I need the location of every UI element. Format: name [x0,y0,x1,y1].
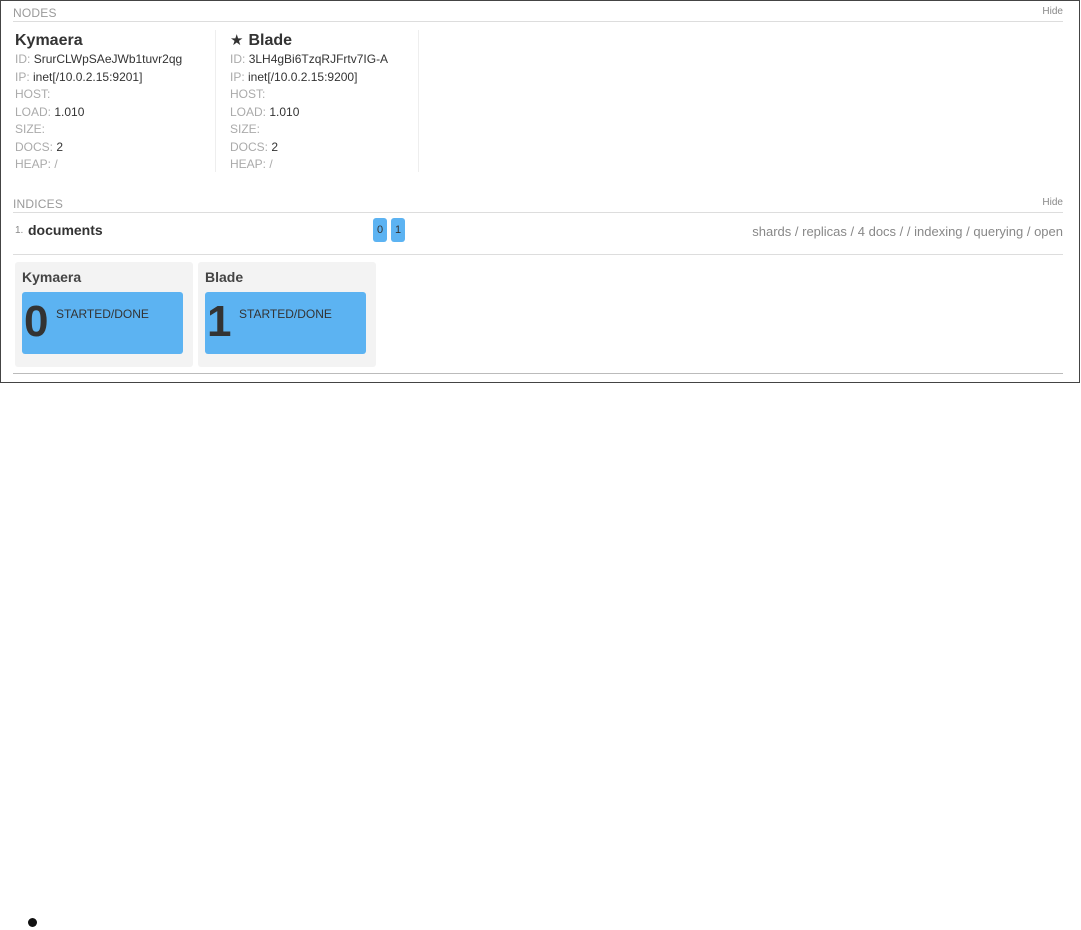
ip-label: IP: [230,69,245,84]
node-heap-row: HEAP: / [15,156,215,174]
node-docs-row: DOCS: 2 [15,139,215,157]
id-label: ID: [230,52,246,66]
node-name: ★ Blade [230,30,418,51]
shard-chip-1[interactable]: 1 [391,218,405,242]
node-ip: inet[/10.0.2.15:9201] [33,69,143,84]
shard-number: 0 [24,297,49,346]
nodes-divider [13,21,1063,22]
shard-box[interactable]: 1 STARTED/DONE [205,292,366,354]
node-name: Kymaera [15,32,83,49]
index-name[interactable]: documents [28,222,103,238]
node-load-row: LOAD: 1.010 [230,104,418,122]
host-label: HOST: [15,87,51,101]
size-label: SIZE: [230,122,261,136]
node-size-row: SIZE: [230,121,418,139]
node-id: 3LH4gBi6TzqRJFrtv7IG-A [248,52,389,66]
node-id: SrurCLWpSAeJWb1tuvr2qg [33,52,183,66]
size-label: SIZE: [15,122,46,136]
heap-label: HEAP: [230,157,267,171]
shard-number: 1 [207,297,232,346]
master-star-icon: ★ [230,32,244,49]
node-ip-row: IP: inet[/10.0.2.15:9200] [230,69,418,87]
nodes-section-title: NODES [13,6,57,20]
index-number: 1. [15,225,24,236]
node-docs: 2 [271,139,279,154]
shard-node-kymaera: Kymaera 0 STARTED/DONE [15,262,193,367]
shard-chip-0[interactable]: 0 [373,218,387,242]
node-docs: 2 [56,139,64,154]
nodes-hide-link[interactable]: Hide [1042,6,1063,17]
node-heap: / [54,157,58,171]
ip-label: IP: [15,69,30,84]
node-size-row: SIZE: [15,121,215,139]
shard-node-blade: Blade 1 STARTED/DONE [198,262,376,367]
host-label: HOST: [230,87,266,101]
shard-node-name: Kymaera [22,269,82,285]
cluster-panel: NODES Hide Kymaera ID: SrurCLWpSAeJWb1tu… [0,0,1080,383]
shard-node-name: Blade [205,269,244,285]
heap-label: HEAP: [15,157,52,171]
load-label: LOAD: [230,104,267,119]
bullet-dot [28,918,37,927]
node-load: 1.010 [54,104,85,119]
node-ip: inet[/10.0.2.15:9200] [248,69,358,84]
panel-bottom-divider [13,373,1063,374]
id-label: ID: [15,52,31,66]
index-row-divider [13,254,1063,255]
node-load: 1.010 [269,104,300,119]
node-heap-row: HEAP: / [230,156,418,174]
index-status: shards / replicas / 4 docs / / indexing … [752,224,1063,239]
shard-state: STARTED/DONE [239,307,332,321]
load-label: LOAD: [15,104,52,119]
node-docs-row: DOCS: 2 [230,139,418,157]
node-id-row: ID: 3LH4gBi6TzqRJFrtv7IG-A [230,51,418,69]
index-row: 1. documents 0 1 shards / replicas / 4 d… [15,218,1063,244]
shard-box[interactable]: 0 STARTED/DONE [22,292,183,354]
docs-label: DOCS: [15,139,54,154]
docs-label: DOCS: [230,139,269,154]
indices-divider [13,212,1063,213]
node-card-blade: ★ Blade ID: 3LH4gBi6TzqRJFrtv7IG-A IP: in… [230,30,419,172]
shard-state: STARTED/DONE [56,307,149,321]
indices-hide-link[interactable]: Hide [1042,197,1063,208]
node-card-kymaera: Kymaera ID: SrurCLWpSAeJWb1tuvr2qg IP: i… [15,30,216,172]
node-host-row: HOST: [15,86,215,104]
indices-section-title: INDICES [13,197,64,211]
node-heap: / [269,157,273,171]
node-name-text: Blade [248,32,293,49]
node-host-row: HOST: [230,86,418,104]
node-id-row: ID: SrurCLWpSAeJWb1tuvr2qg [15,51,215,69]
node-ip-row: IP: inet[/10.0.2.15:9201] [15,69,215,87]
node-load-row: LOAD: 1.010 [15,104,215,122]
